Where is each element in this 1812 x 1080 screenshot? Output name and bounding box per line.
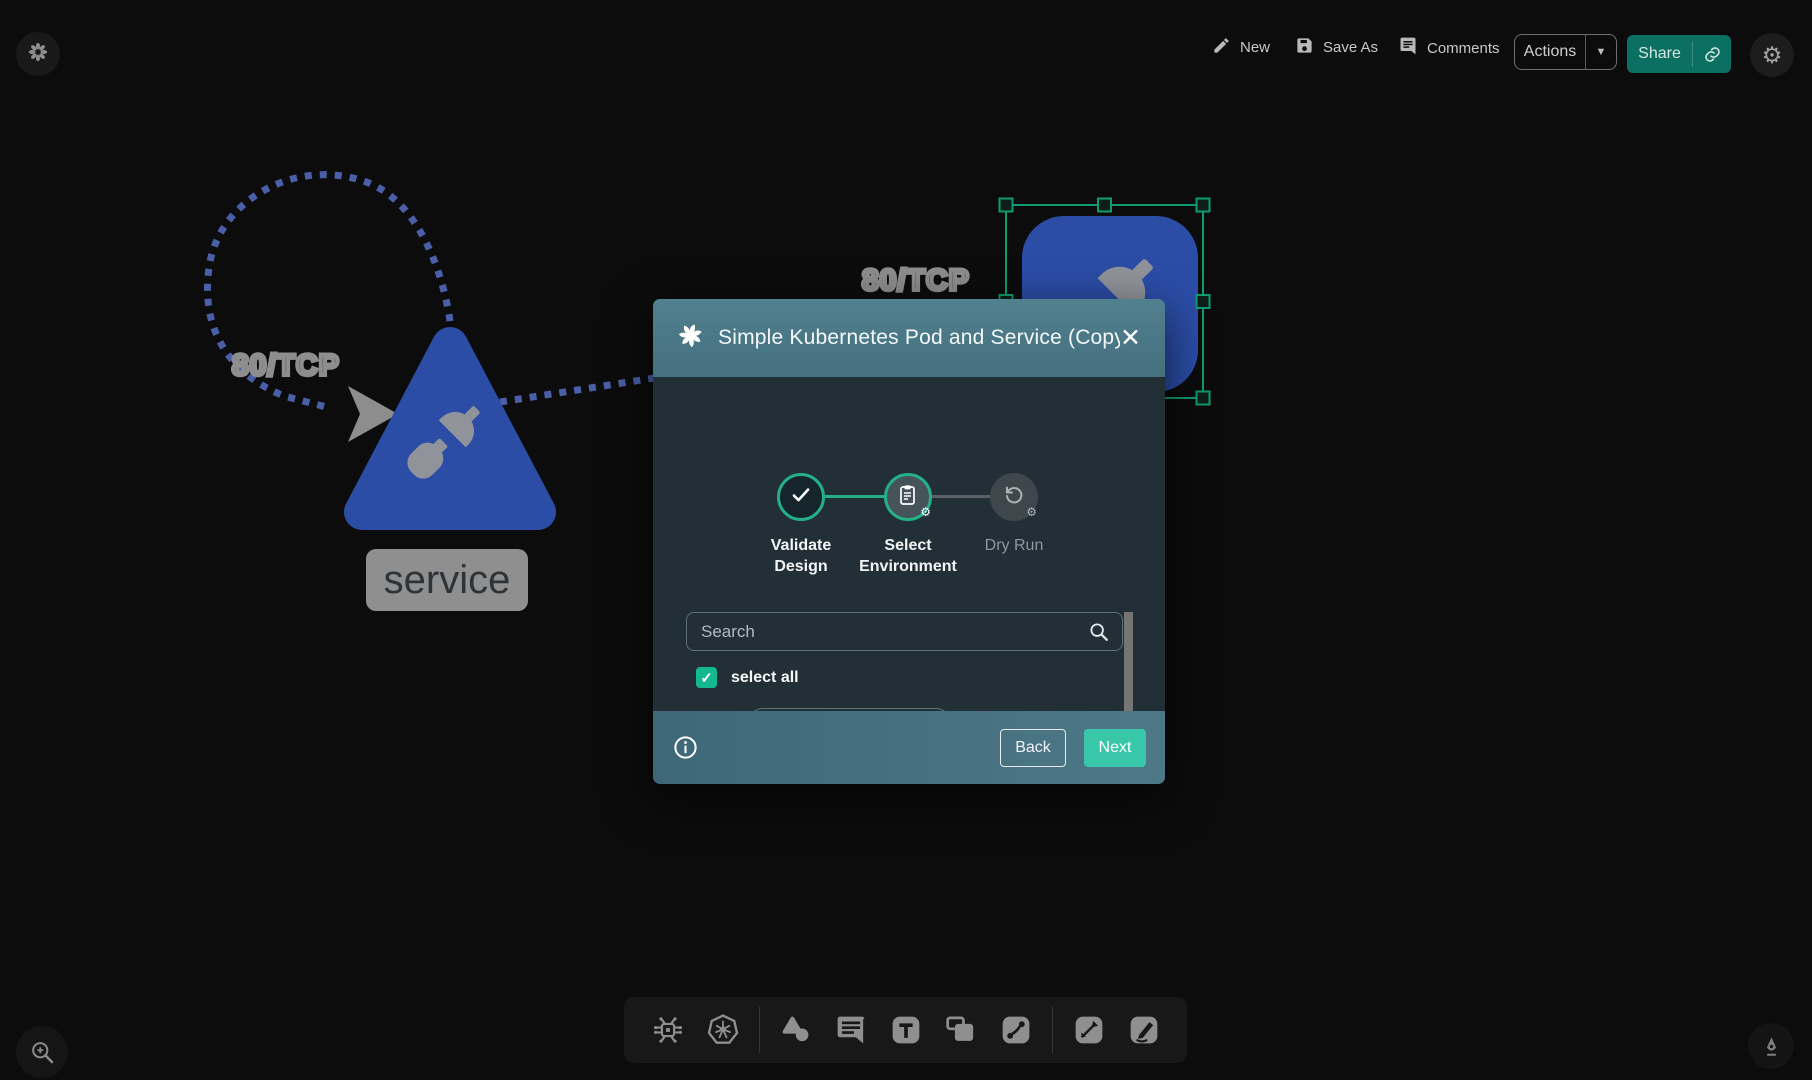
- pen-arrow-tool-icon[interactable]: [1070, 1011, 1108, 1049]
- next-button[interactable]: Next: [1084, 729, 1146, 767]
- deploy-modal: Simple Kubernetes Pod and Service (Copy)…: [653, 299, 1165, 784]
- close-icon[interactable]: ✕: [1120, 326, 1141, 351]
- history-icon: [1002, 483, 1026, 512]
- freehand-draw-tool-icon[interactable]: [1125, 1011, 1163, 1049]
- toolbar-divider: [759, 1007, 760, 1053]
- step-select-environment[interactable]: ⚙: [884, 473, 932, 521]
- step-label-select-environment: Select Environment: [853, 535, 963, 577]
- selection-handle[interactable]: [1000, 199, 1013, 212]
- canvas-toolbar: [624, 997, 1187, 1063]
- modal-header: Simple Kubernetes Pod and Service (Copy)…: [653, 299, 1165, 377]
- edge-port-label: 80/TCP: [232, 349, 340, 383]
- step-dry-run[interactable]: ⚙: [990, 473, 1038, 521]
- selection-handle[interactable]: [1197, 199, 1210, 212]
- selection-handle[interactable]: [1197, 392, 1210, 405]
- pen-mode-button[interactable]: [1748, 1023, 1794, 1069]
- node-label-service: service: [366, 549, 528, 611]
- select-all-checkbox[interactable]: ✓: [696, 667, 717, 688]
- selection-handle[interactable]: [1098, 199, 1111, 212]
- media-tool-icon[interactable]: [942, 1011, 980, 1049]
- step-connector: [932, 495, 990, 498]
- node-service-triangle[interactable]: [362, 345, 538, 512]
- gear-icon: ⚙: [1026, 506, 1037, 518]
- step-connector: [825, 495, 885, 498]
- select-all-label: select all: [731, 669, 799, 687]
- check-icon: [788, 482, 814, 513]
- search-icon: [1088, 621, 1110, 643]
- comment-tool-icon[interactable]: [832, 1011, 870, 1049]
- selection-handle[interactable]: [1197, 295, 1210, 308]
- info-icon[interactable]: [672, 734, 699, 761]
- step-label-validate-design: Validate Design: [746, 535, 856, 577]
- zoom-in-button[interactable]: [16, 1026, 68, 1078]
- modal-footer: Back Next: [653, 711, 1165, 784]
- edge-tool-icon[interactable]: [997, 1011, 1035, 1049]
- environment-search: [686, 612, 1123, 651]
- pen-nib-icon: [1760, 1035, 1783, 1058]
- gear-icon: ⚙: [920, 506, 931, 518]
- modal-body: ⚙ ⚙ Validate Design Select Environment D…: [653, 377, 1165, 711]
- text-tool-icon[interactable]: [887, 1011, 925, 1049]
- clipboard-icon: [896, 483, 920, 512]
- step-validate-design[interactable]: [777, 473, 825, 521]
- zoom-in-icon: [29, 1039, 56, 1066]
- toolbar-divider: [1052, 1007, 1053, 1053]
- step-label-dry-run: Dry Run: [959, 535, 1069, 556]
- modal-title: Simple Kubernetes Pod and Service (Copy): [718, 326, 1120, 350]
- edge-port-label: 80/TCP: [862, 264, 970, 298]
- shapes-icon[interactable]: [777, 1011, 815, 1049]
- search-input[interactable]: [701, 622, 1088, 642]
- meshery-logo-icon: [677, 322, 704, 354]
- kubernetes-wheel-icon[interactable]: [704, 1011, 742, 1049]
- components-icon[interactable]: [649, 1011, 687, 1049]
- back-button[interactable]: Back: [1000, 729, 1066, 767]
